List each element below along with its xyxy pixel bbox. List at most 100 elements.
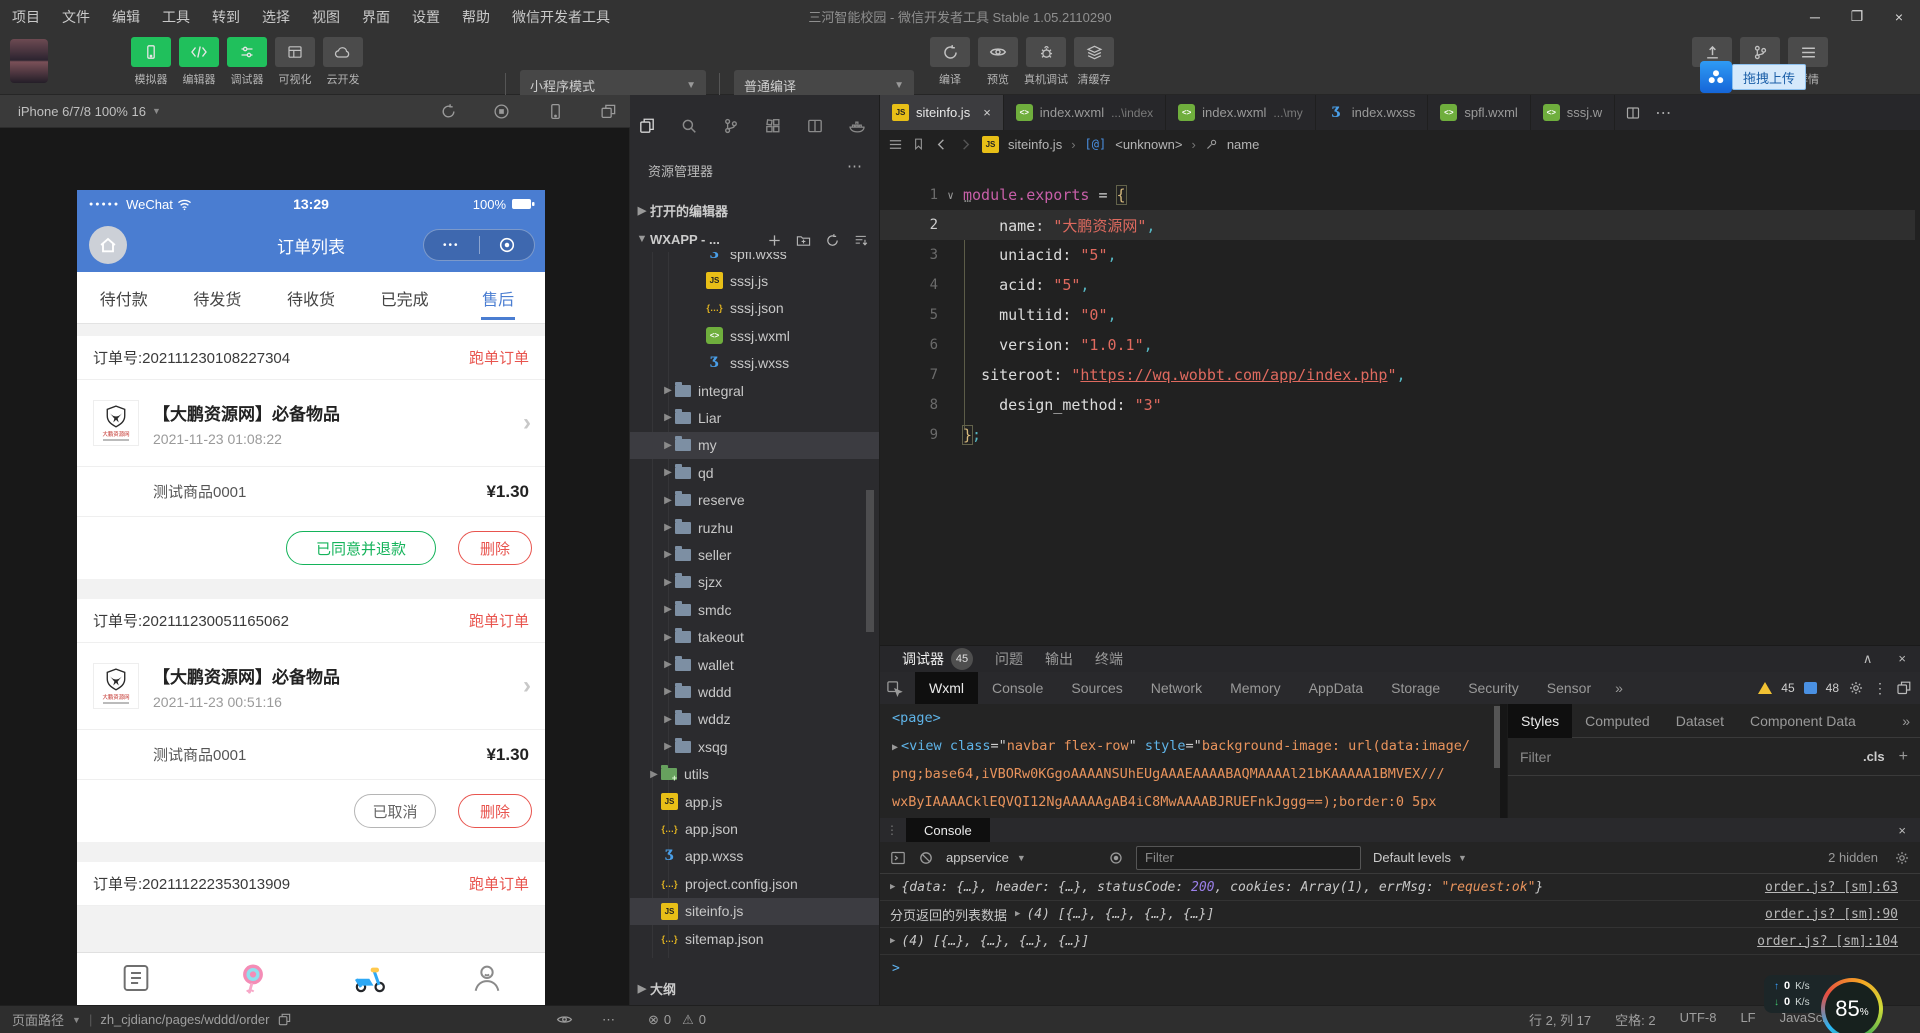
page-path-select[interactable]: 页面路径 <box>12 1010 64 1029</box>
source-control-icon[interactable] <box>722 117 740 135</box>
more-tabs-chevron[interactable]: » <box>1605 680 1633 696</box>
open-editors-section[interactable]: ▶ 打开的编辑器 <box>630 197 880 223</box>
tree-item-Liar[interactable]: ▶Liar <box>630 404 880 431</box>
tree-item-spfl.wxss[interactable]: Ʒspfl.wxss <box>630 252 880 267</box>
tree-item-reserve[interactable]: ▶reserve <box>630 487 880 514</box>
menu-item-界面[interactable]: 界面 <box>362 7 390 27</box>
clear-console-icon[interactable] <box>918 850 934 866</box>
menu-item-微信开发者工具[interactable]: 微信开发者工具 <box>512 7 610 27</box>
devtools-tab-Network[interactable]: Network <box>1137 672 1216 704</box>
debugger-tab-输出[interactable]: 输出 <box>1045 649 1073 669</box>
tabbar-item[interactable] <box>311 953 428 1005</box>
back-icon[interactable] <box>934 137 949 152</box>
split-editor-icon[interactable] <box>1625 105 1641 121</box>
files-icon[interactable] <box>638 117 656 135</box>
devtools-tab-Sources[interactable]: Sources <box>1057 672 1136 704</box>
status-item[interactable]: LF <box>1740 1010 1755 1029</box>
menu-item-工具[interactable]: 工具 <box>162 7 190 27</box>
tree-item-sssj.wxml[interactable]: <>sssj.wxml <box>630 322 880 349</box>
source-link[interactable]: order.js? [sm]:90 <box>1765 907 1898 922</box>
editor-tab-index.wxml[interactable]: <>index.wxml...\index <box>1004 95 1166 130</box>
tabbar-item[interactable] <box>428 953 545 1005</box>
debugger-tab-问题[interactable]: 问题 <box>995 649 1023 669</box>
tree-item-ruzhu[interactable]: ▶ruzhu <box>630 514 880 541</box>
source-link[interactable]: order.js? [sm]:104 <box>1757 934 1898 949</box>
forward-icon[interactable] <box>958 137 973 152</box>
devtools-tab-Sensor[interactable]: Sensor <box>1533 672 1605 704</box>
expand-arrow-icon[interactable]: ▶ <box>892 742 898 753</box>
layers-icon[interactable] <box>1074 37 1114 67</box>
source-link[interactable]: order.js? [sm]:63 <box>1765 880 1898 895</box>
tree-item-wddd[interactable]: ▶wddd <box>630 678 880 705</box>
tree-item-xsqg[interactable]: ▶xsqg <box>630 733 880 760</box>
tree-item-seller[interactable]: ▶seller <box>630 541 880 568</box>
status-item[interactable]: UTF-8 <box>1680 1010 1717 1029</box>
menu-item-转到[interactable]: 转到 <box>212 7 240 27</box>
order-product-row[interactable]: 大鹏资源网【大鹏资源网】必备物品2021-11-23 00:51:16› <box>77 643 545 730</box>
add-style-icon[interactable]: + <box>1899 748 1908 766</box>
tuner-icon[interactable] <box>227 37 267 67</box>
console-sidebar-icon[interactable] <box>890 850 906 866</box>
message-count[interactable]: 48 <box>1826 681 1839 695</box>
fold-chevron-icon[interactable]: ∨ <box>938 189 963 202</box>
wxml-line[interactable]: wxByIAAAACklEQVQI12NgAAAAAgAB4iC8MwAAAAB… <box>892 794 1437 810</box>
new-file-icon[interactable] <box>767 233 782 248</box>
docker-icon[interactable] <box>848 117 866 135</box>
more-actions-icon[interactable]: ⋯ <box>1655 103 1671 123</box>
refresh-icon[interactable] <box>825 233 840 248</box>
devtools-tab-AppData[interactable]: AppData <box>1295 672 1377 704</box>
expand-arrow-icon[interactable]: ▶ <box>890 882 895 892</box>
close-icon[interactable]: × <box>1898 651 1906 667</box>
minimize-button[interactable]: ─ <box>1794 0 1836 33</box>
order-tab-已完成[interactable]: 已完成 <box>358 272 452 323</box>
menu-item-项目[interactable]: 项目 <box>12 7 40 27</box>
scrollbar[interactable] <box>866 490 874 632</box>
kebab-menu-icon[interactable]: ⋮ <box>1873 680 1887 697</box>
tree-item-sitemap.json[interactable]: {…}sitemap.json <box>630 925 880 952</box>
hidden-count[interactable]: 2 hidden <box>1828 850 1878 865</box>
score-gauge[interactable]: 85% <box>1821 978 1883 1033</box>
tree-item-sjzx[interactable]: ▶sjzx <box>630 569 880 596</box>
tree-item-takeout[interactable]: ▶takeout <box>630 624 880 651</box>
menu-item-帮助[interactable]: 帮助 <box>462 7 490 27</box>
styles-tab-Styles[interactable]: Styles <box>1508 704 1572 738</box>
code-icon[interactable] <box>179 37 219 67</box>
tabbar-item[interactable] <box>77 953 194 1005</box>
log-levels-select[interactable]: Default levels▼ <box>1373 850 1467 865</box>
maximize-button[interactable]: ❐ <box>1836 0 1878 33</box>
stop-icon[interactable] <box>493 103 510 120</box>
menu-item-编辑[interactable]: 编辑 <box>112 7 140 27</box>
warning-count[interactable]: 45 <box>1781 681 1794 695</box>
console-tab[interactable]: Console <box>906 818 990 842</box>
bookmark-icon[interactable] <box>912 137 925 151</box>
tree-item-project.config.json[interactable]: {…}project.config.json <box>630 870 880 897</box>
close-icon[interactable]: × <box>983 105 991 120</box>
console-prompt[interactable]: > <box>880 955 1920 982</box>
styles-tab-Computed[interactable]: Computed <box>1572 704 1663 738</box>
console-filter-input[interactable] <box>1136 846 1361 870</box>
devtools-tab-Memory[interactable]: Memory <box>1216 672 1295 704</box>
split-editor-icon[interactable] <box>806 117 824 135</box>
order-product-row[interactable]: 大鹏资源网【大鹏资源网】必备物品2021-11-23 01:08:22› <box>77 380 545 467</box>
more-tabs-chevron[interactable]: » <box>1892 713 1920 729</box>
breadcrumb-node[interactable]: <unknown> <box>1115 137 1182 152</box>
devtools-tab-Storage[interactable]: Storage <box>1377 672 1454 704</box>
wxml-line[interactable]: png;base64,iVBORw0KGgoAAAANSUhEUgAAAEAAA… <box>892 766 1445 782</box>
menu-item-视图[interactable]: 视图 <box>312 7 340 27</box>
tree-item-integral[interactable]: ▶integral <box>630 377 880 404</box>
extensions-icon[interactable] <box>764 117 782 135</box>
breadcrumb-file[interactable]: siteinfo.js <box>1008 137 1062 152</box>
editor-tab-index.wxml[interactable]: <>index.wxml...\my <box>1166 95 1316 130</box>
exit-button[interactable] <box>480 236 535 254</box>
cls-toggle[interactable]: .cls <box>1863 749 1885 764</box>
editor-tab-spfl.wxml[interactable]: <>spfl.wxml <box>1428 95 1530 130</box>
outline-section[interactable]: ▶ 大纲 <box>630 975 880 1001</box>
menu-item-设置[interactable]: 设置 <box>412 7 440 27</box>
order-status-button[interactable]: 已同意并退款 <box>286 531 436 565</box>
delete-button[interactable]: 删除 <box>458 531 532 565</box>
order-tab-待发货[interactable]: 待发货 <box>171 272 265 323</box>
scrollbar[interactable] <box>1494 706 1500 768</box>
tree-item-app.js[interactable]: JSapp.js <box>630 788 880 815</box>
layout-icon[interactable] <box>275 37 315 67</box>
menu-item-文件[interactable]: 文件 <box>62 7 90 27</box>
